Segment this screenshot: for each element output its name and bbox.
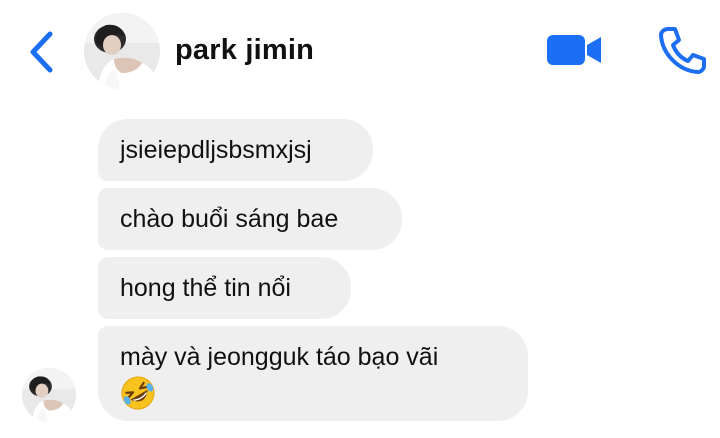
video-camera-icon	[547, 35, 601, 65]
message-text: jsieiepdljsbsmxjsj	[120, 136, 312, 164]
sender-avatar[interactable]	[22, 368, 76, 422]
avatar-photo	[22, 368, 76, 422]
avatar-photo	[84, 13, 160, 89]
contact-name[interactable]: park jimin	[175, 32, 314, 68]
message-bubble[interactable]: jsieiepdljsbsmxjsj	[98, 119, 373, 181]
message-bubble[interactable]: hong thể tin nổi	[98, 257, 351, 319]
message-text: mày và jeongguk táo bạo vãi	[120, 343, 439, 371]
message-text: hong thể tin nổi	[120, 274, 291, 302]
contact-avatar[interactable]	[84, 13, 160, 89]
voice-call-button[interactable]	[656, 24, 708, 76]
message-bubble[interactable]: chào buổi sáng bae	[98, 188, 402, 250]
phone-icon	[659, 27, 706, 74]
rolling-on-floor-laughing-emoji	[120, 375, 156, 411]
back-button[interactable]	[22, 28, 62, 76]
chat-header: park jimin	[0, 0, 720, 100]
message-bubble[interactable]: mày và jeongguk táo bạo vãi	[98, 326, 528, 421]
message-text: chào buổi sáng bae	[120, 205, 339, 233]
chevron-left-icon	[30, 31, 53, 73]
video-call-button[interactable]	[545, 30, 603, 70]
